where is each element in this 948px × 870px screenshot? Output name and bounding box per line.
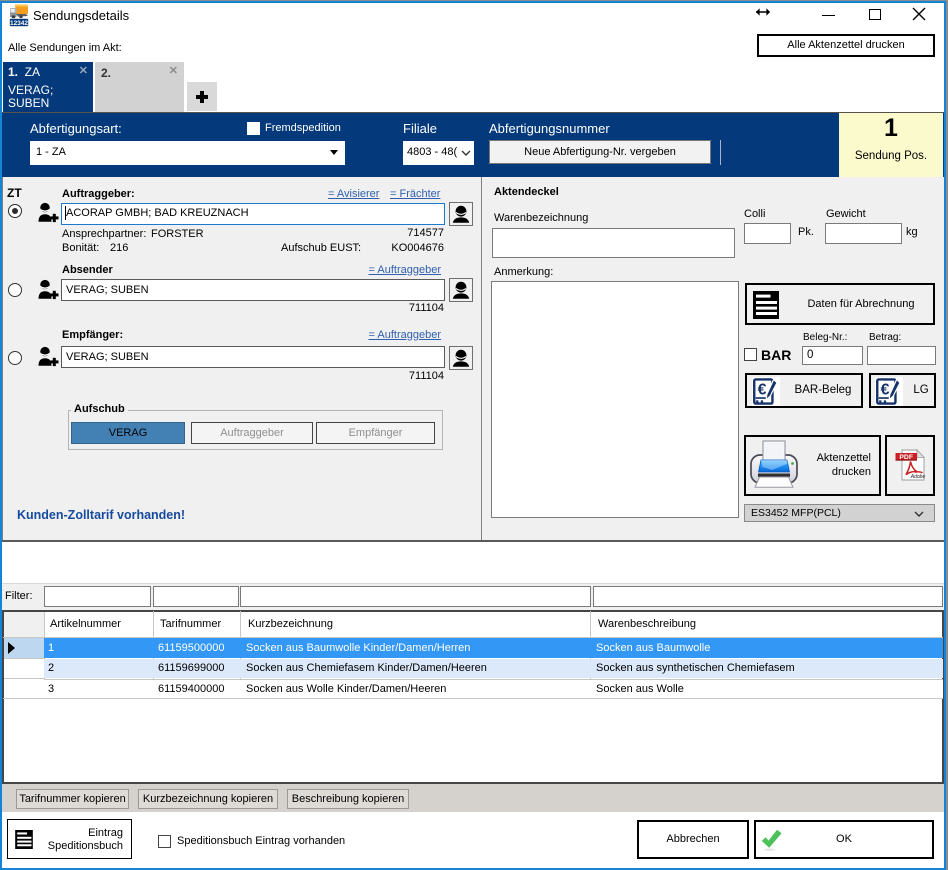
svg-text:12342: 12342 bbox=[10, 20, 28, 27]
svg-text:PDF: PDF bbox=[899, 454, 913, 461]
svg-text:€: € bbox=[881, 381, 890, 398]
svg-text:€: € bbox=[758, 381, 767, 398]
svg-text:Adobe: Adobe bbox=[910, 474, 926, 480]
